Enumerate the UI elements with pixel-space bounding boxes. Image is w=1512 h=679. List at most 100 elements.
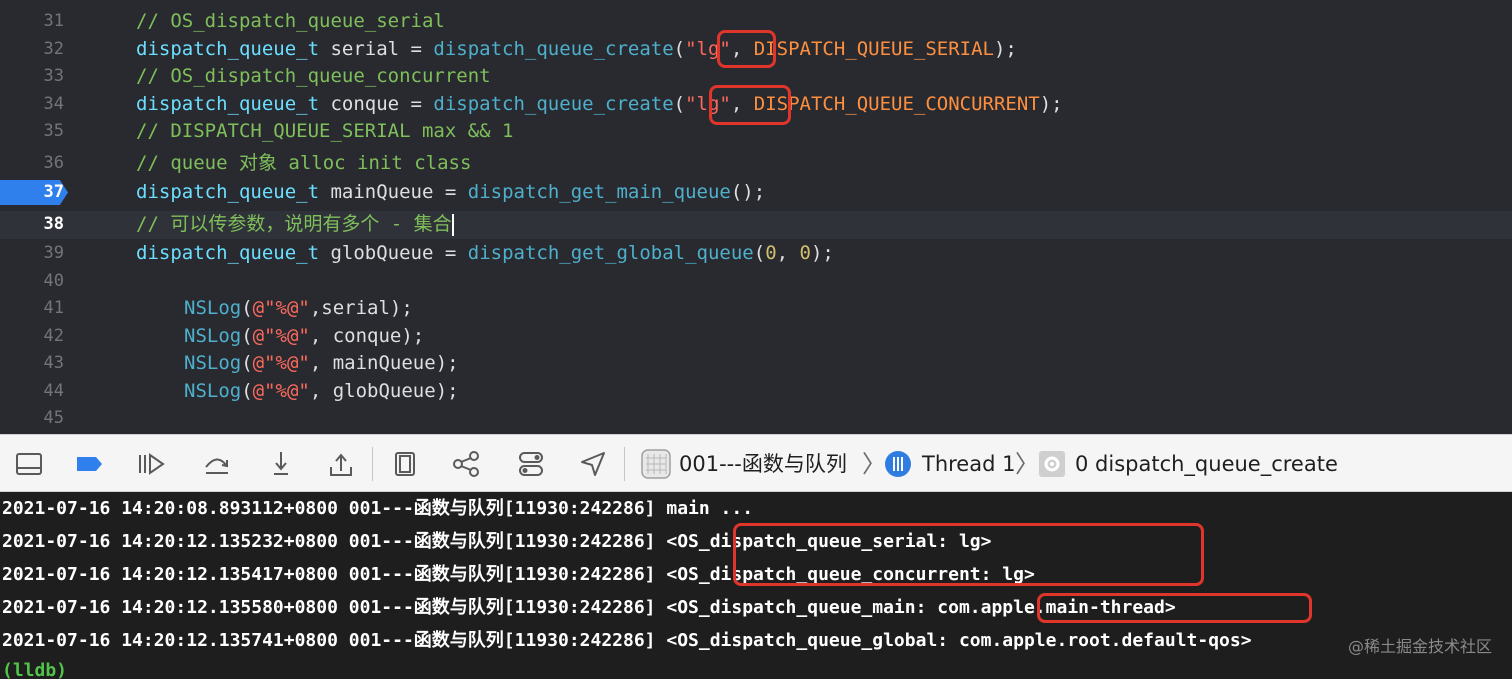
code-token: dispatch_get_main_queue: [467, 181, 731, 203]
code-line[interactable]: 45: [0, 405, 1512, 432]
line-number: 43: [43, 353, 64, 373]
continue-icon[interactable]: [136, 449, 166, 479]
app-target-icon: [641, 449, 671, 479]
code-text: // OS_dispatch_queue_concurrent: [136, 63, 491, 90]
console-line: 2021-07-16 14:20:12.135580+0800 001---函数…: [2, 597, 1176, 618]
code-token: @"%@": [252, 297, 310, 319]
line-number: 39: [43, 243, 64, 263]
simulate-location-icon[interactable]: [578, 449, 608, 479]
code-line[interactable]: 39 dispatch_queue_t globQueue = dispatch_…: [0, 240, 1512, 267]
code-token: dispatch_queue_t: [136, 93, 320, 115]
code-token: );: [993, 38, 1017, 60]
environment-overrides-icon[interactable]: [516, 449, 546, 479]
code-line[interactable]: 38 // 可以传参数，说明有多个 - 集合: [0, 211, 1512, 239]
code-token: // 可以传参数，说明有多个 - 集合: [136, 213, 452, 235]
code-token: (: [241, 297, 253, 319]
line-number: 42: [43, 326, 64, 346]
line-number: 41: [43, 298, 64, 318]
debug-toolbar: 001---函数与队列 〉 Thread 1 〉 0 dispatch_queu…: [0, 434, 1512, 492]
code-token: dispatch_queue_create: [433, 93, 674, 115]
step-out-icon[interactable]: [326, 449, 356, 479]
code-line[interactable]: 42 NSLog(@"%@", conque);: [0, 323, 1512, 350]
code-token: dispatch_queue_t: [136, 242, 320, 264]
chevron-right-icon: 〉: [862, 450, 886, 478]
breadcrumb-target[interactable]: 001---函数与队列: [679, 435, 847, 493]
code-token: (: [241, 325, 253, 347]
code-token: // OS_dispatch_queue_serial: [136, 10, 445, 32]
code-token: // OS_dispatch_queue_concurrent: [136, 65, 491, 87]
thread-icon: [885, 451, 911, 477]
code-text: NSLog(@"%@", conque);: [184, 323, 424, 350]
code-token: (: [673, 38, 686, 60]
breadcrumb-thread[interactable]: Thread 1: [922, 435, 1015, 493]
code-line[interactable]: 37 dispatch_queue_t mainQueue = dispatch_…: [0, 179, 1512, 206]
code-line[interactable]: 36 // queue 对象 alloc init class: [0, 150, 1512, 177]
code-token: NSLog: [184, 380, 242, 402]
memory-graph-icon[interactable]: [452, 449, 482, 479]
line-number: 34: [43, 94, 64, 114]
code-token: dispatch_get_global_queue: [467, 242, 754, 264]
code-token: dispatch_queue_t: [136, 38, 320, 60]
code-text: dispatch_queue_t globQueue = dispatch_ge…: [136, 240, 834, 267]
line-number: 44: [43, 381, 64, 401]
code-text: // DISPATCH_QUEUE_SERIAL max && 1: [136, 118, 514, 145]
code-token: dispatch_queue_create: [433, 38, 674, 60]
code-text: NSLog(@"%@",serial);: [184, 295, 413, 322]
toolbar-separator: [372, 447, 373, 481]
toolbar-separator: [624, 447, 625, 481]
code-token: (: [673, 93, 686, 115]
code-token: , mainQueue);: [309, 352, 459, 374]
code-token: 0: [765, 242, 777, 264]
lldb-prompt[interactable]: (lldb): [2, 654, 67, 679]
code-text: dispatch_queue_t serial = dispatch_queue…: [136, 36, 1017, 63]
line-number: 40: [43, 271, 64, 291]
step-over-icon[interactable]: [202, 449, 232, 479]
code-token: serial =: [319, 38, 434, 60]
code-line[interactable]: 40: [0, 268, 1512, 295]
code-text: dispatch_queue_t mainQueue = dispatch_ge…: [136, 179, 765, 206]
view-hierarchy-icon[interactable]: [390, 449, 420, 479]
line-number: 45: [43, 408, 64, 428]
code-text: // OS_dispatch_queue_serial: [136, 8, 445, 35]
code-line[interactable]: 43 NSLog(@"%@", mainQueue);: [0, 350, 1512, 377]
code-token: (: [241, 352, 253, 374]
line-number: 33: [43, 66, 64, 86]
console-line: 2021-07-16 14:20:08.893112+0800 001---函数…: [2, 498, 754, 519]
code-editor[interactable]: 31 // OS_dispatch_queue_serial 32 dispatch_…: [0, 0, 1512, 434]
line-number: 35: [43, 121, 64, 141]
breakpoints-icon[interactable]: [74, 449, 104, 479]
line-number: 32: [43, 39, 64, 59]
code-token: @"%@": [252, 325, 310, 347]
breadcrumb-frame[interactable]: 0 dispatch_queue_create: [1075, 435, 1338, 493]
line-number: 31: [43, 11, 64, 31]
code-token: @"%@": [252, 352, 310, 374]
code-text: // queue 对象 alloc init class: [136, 150, 471, 177]
code-token: @"%@": [252, 380, 310, 402]
code-text: dispatch_queue_t conque = dispatch_queue…: [136, 91, 1063, 118]
code-token: (: [241, 380, 253, 402]
line-number: 38: [43, 214, 64, 234]
code-text: // 可以传参数，说明有多个 - 集合: [136, 211, 454, 238]
code-token: (: [753, 242, 766, 264]
highlight-box-concurrent-label: [709, 85, 791, 125]
code-token: conque =: [319, 93, 434, 115]
hide-debug-area-icon[interactable]: [14, 449, 44, 479]
code-token: , conque);: [309, 325, 425, 347]
stack-frame-icon: [1039, 451, 1065, 477]
code-token: mainQueue =: [319, 181, 468, 203]
code-token: // queue 对象 alloc init class: [136, 152, 472, 174]
highlight-box-main-thread: [1037, 593, 1312, 623]
code-token: ,serial);: [309, 297, 413, 319]
code-token: ();: [730, 181, 766, 203]
line-number: 36: [43, 153, 64, 173]
code-token: NSLog: [184, 325, 242, 347]
code-token: );: [1039, 93, 1063, 115]
code-token: DISPATCH_QUEUE_SERIAL: [753, 38, 994, 60]
code-line[interactable]: 44 NSLog(@"%@", globQueue);: [0, 378, 1512, 405]
debug-console[interactable]: 2021-07-16 14:20:08.893112+0800 001---函数…: [0, 492, 1512, 679]
code-token: );: [810, 242, 834, 264]
code-line[interactable]: 41 NSLog(@"%@",serial);: [0, 295, 1512, 322]
code-token: ,: [776, 242, 800, 264]
step-into-icon[interactable]: [266, 449, 296, 479]
code-text: NSLog(@"%@", globQueue);: [184, 378, 459, 405]
